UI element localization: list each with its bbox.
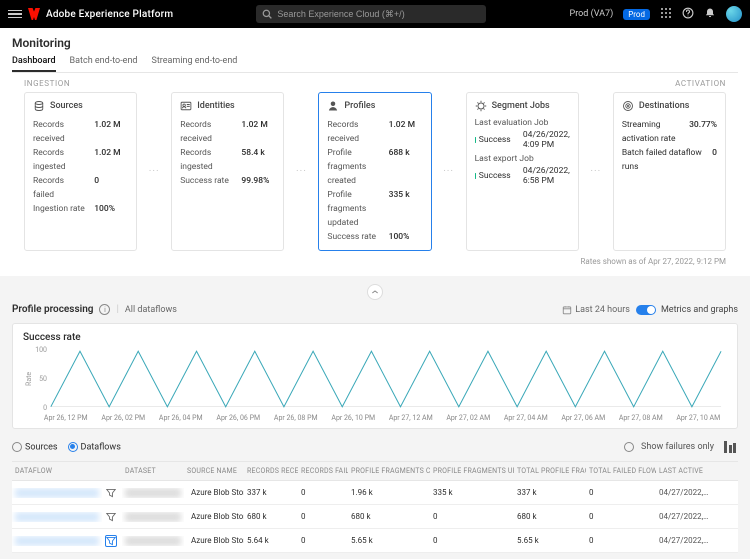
table-header: DATAFLOW DATASET SOURCE NAME RECORDS REC… (12, 461, 738, 481)
search-input[interactable] (277, 9, 480, 19)
adobe-logo (28, 8, 40, 20)
table-row[interactable]: Azure Blob Storage337 k01.96 k335 k337 k… (12, 481, 738, 505)
destinations-icon (622, 100, 634, 112)
success-rate-chart: Success rate Rate 100 50 0 Apr 26, 12 PM… (12, 323, 738, 429)
env-label: Prod (VA7) (570, 9, 614, 19)
toggle-switch-on[interactable] (636, 305, 656, 315)
filter-icon[interactable] (105, 535, 117, 547)
page-header: Monitoring Dashboard Batch end-to-end St… (0, 28, 750, 276)
metrics-graphs-toggle[interactable]: Metrics and graphs (636, 305, 738, 315)
card-destinations[interactable]: Destinations Streaming activation rate30… (613, 92, 726, 251)
dataflows-table: DATAFLOW DATASET SOURCE NAME RECORDS REC… (12, 461, 738, 553)
pipeline-connector: ··· (591, 92, 601, 251)
card-sources-title: Sources (50, 101, 83, 111)
calendar-icon (562, 305, 572, 315)
redacted-dataflow-name (15, 488, 99, 498)
column-settings-icon[interactable] (724, 441, 738, 453)
identities-icon (180, 100, 192, 112)
card-profiles[interactable]: Profiles Records received1.02 M Profile … (318, 92, 431, 251)
notifications-icon[interactable] (704, 7, 716, 22)
redacted-dataset-name (125, 536, 181, 546)
global-topbar: Adobe Experience Platform Prod (VA7) Pro… (0, 0, 750, 28)
redacted-dataflow-name (15, 536, 99, 546)
segment-jobs-icon (475, 100, 487, 112)
redacted-dataset-name (125, 488, 181, 498)
table-row[interactable]: Azure Blob Storage680 k0680 k0680 k004/2… (12, 505, 738, 529)
card-segment-jobs-title: Segment Jobs (492, 101, 550, 111)
help-icon[interactable] (682, 7, 694, 22)
chart-ylabel: Rate (23, 347, 35, 411)
card-identities-title: Identities (197, 101, 235, 111)
chart-title: Success rate (23, 332, 727, 343)
strip-label-activation: ACTIVATION (675, 79, 726, 88)
processing-section: Profile processing i | All dataflows Las… (0, 292, 750, 559)
time-range-picker[interactable]: Last 24 hours (562, 305, 630, 315)
redacted-dataset-name (125, 512, 181, 522)
tab-streaming[interactable]: Streaming end-to-end (152, 56, 238, 72)
source-name-cell: Azure Blob Storage (184, 511, 244, 522)
filter-icon[interactable] (105, 511, 117, 523)
avatar[interactable] (726, 6, 742, 22)
source-name-cell: Azure Blob Storage (184, 535, 244, 546)
source-name-cell: Azure Blob Storage (184, 487, 244, 498)
card-profiles-title: Profiles (344, 101, 375, 111)
tab-batch[interactable]: Batch end-to-end (70, 56, 138, 72)
tab-dashboard[interactable]: Dashboard (12, 56, 56, 72)
processing-title: Profile processing (12, 304, 93, 315)
pipeline-connector: ··· (444, 92, 454, 251)
chart-xaxis: Apr 26, 12 PMApr 26, 02 PMApr 26, 04 PMA… (23, 411, 727, 428)
show-failures-toggle[interactable]: Show failures only (624, 442, 714, 452)
card-segment-jobs[interactable]: Segment Jobs Last evaluation Job Success… (466, 92, 579, 251)
dataflows-breadcrumb[interactable]: All dataflows (125, 305, 177, 315)
app-name: Adobe Experience Platform (46, 9, 173, 20)
redacted-dataflow-name (15, 512, 99, 522)
pipeline-connector: ··· (296, 92, 306, 251)
radio-sources[interactable]: Sources (12, 442, 58, 452)
pipeline-connector: ··· (149, 92, 159, 251)
radio-dataflows[interactable]: Dataflows (68, 442, 121, 452)
sources-icon (33, 100, 45, 112)
info-icon[interactable]: i (99, 304, 110, 315)
global-search[interactable] (256, 5, 486, 23)
apps-icon[interactable] (660, 7, 672, 22)
card-identities[interactable]: Identities Records received1.02 M Record… (171, 92, 284, 251)
strip-label-ingestion: INGESTION (24, 79, 70, 88)
collapse-cards-button[interactable] (367, 284, 383, 300)
hamburger-icon[interactable] (8, 7, 22, 21)
rates-timestamp: Rates shown as of Apr 27, 2022, 9:12 PM (24, 257, 726, 266)
table-row[interactable]: Azure Blob Storage5.64 k05.65 k05.65 k00… (12, 529, 738, 553)
card-sources[interactable]: Sources Records received1.02 M Records i… (24, 92, 137, 251)
env-tag: Prod (623, 9, 650, 20)
page-title: Monitoring (12, 36, 738, 50)
view-tabs: Dashboard Batch end-to-end Streaming end… (12, 56, 738, 73)
filter-icon[interactable] (105, 487, 117, 499)
search-icon (262, 9, 272, 19)
profiles-icon (327, 100, 339, 112)
pipeline-cards: INGESTION ACTIVATION Sources Records rec… (12, 73, 738, 276)
chart-plot-area: 100 50 0 (35, 347, 727, 411)
card-destinations-title: Destinations (639, 101, 690, 111)
